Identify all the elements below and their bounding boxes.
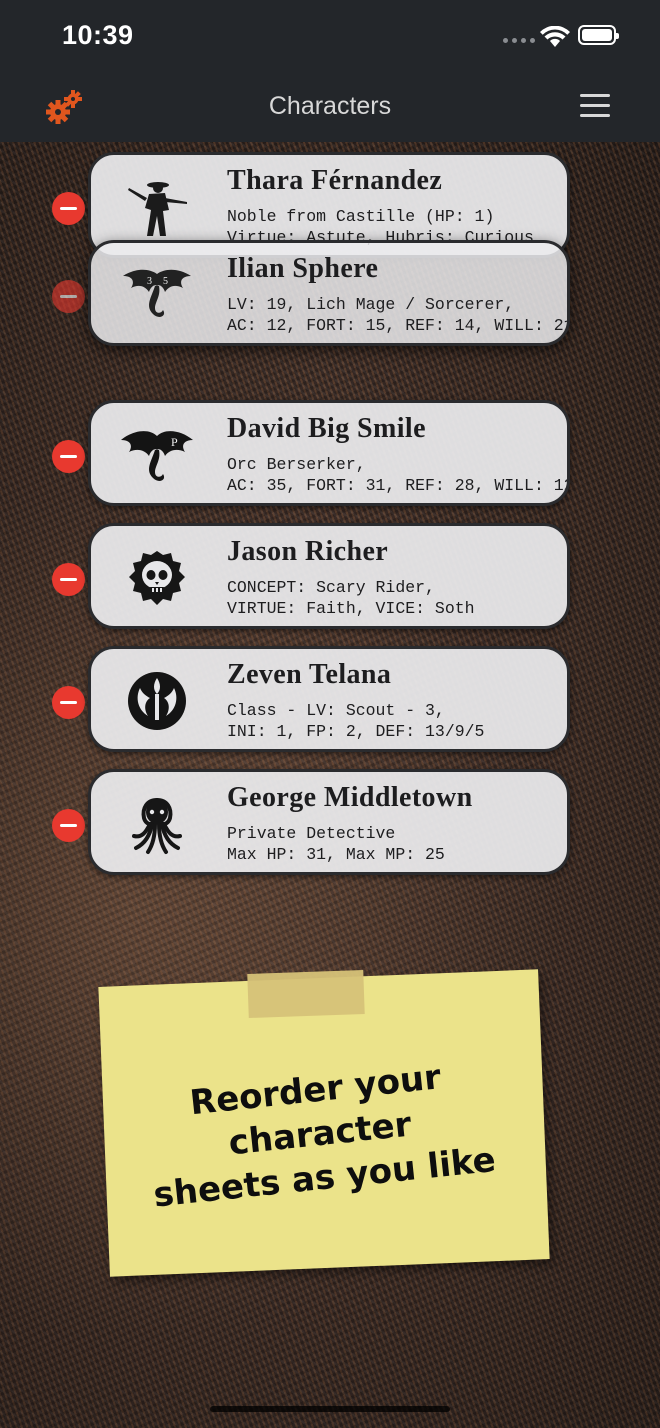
character-card[interactable]: P David Big Smile Orc Berserker, AC: 35,…	[88, 400, 570, 506]
character-detail-line2: AC: 12, FORT: 15, REF: 14, WILL: 21	[227, 316, 570, 335]
rebel-alliance-icon	[119, 665, 195, 737]
character-detail-line1: CONCEPT: Scary Rider,	[227, 578, 435, 597]
character-name: Zeven Telana	[227, 659, 392, 690]
gears-icon[interactable]	[44, 88, 84, 126]
skull-icon	[119, 542, 195, 614]
character-card[interactable]: Jason Richer CONCEPT: Scary Rider, VIRTU…	[88, 523, 570, 629]
character-card-dragging[interactable]: 35 Ilian Sphere LV: 19, Lich Mage / Sorc…	[88, 240, 570, 346]
status-bar: 10:39	[0, 0, 660, 70]
svg-text:P: P	[171, 435, 178, 449]
wifi-icon	[540, 26, 570, 47]
character-detail-line1: Orc Berserker,	[227, 455, 366, 474]
tape	[247, 969, 365, 1019]
svg-text:3: 3	[147, 276, 152, 287]
dragon-35-icon: 35	[119, 259, 195, 331]
home-indicator[interactable]	[210, 1406, 450, 1412]
delete-character-button[interactable]	[52, 563, 85, 596]
character-detail-line2: VIRTUE: Faith, VICE: Soth	[227, 599, 475, 618]
delete-character-button[interactable]	[52, 686, 85, 719]
status-time: 10:39	[62, 20, 134, 50]
character-detail-line1: Private Detective	[227, 824, 396, 843]
character-detail-line2: AC: 35, FORT: 31, REF: 28, WILL: 12	[227, 476, 570, 495]
battery-icon	[578, 25, 619, 45]
character-card[interactable]: Zeven Telana Class - LV: Scout - 3, INI:…	[88, 646, 570, 752]
character-name: George Middletown	[227, 782, 473, 813]
character-detail-line2: Max HP: 31, Max MP: 25	[227, 845, 445, 864]
navigation-bar: Characters	[0, 70, 660, 142]
character-name: Jason Richer	[227, 536, 389, 567]
cthulhu-icon	[119, 788, 195, 860]
delete-character-button[interactable]	[52, 280, 85, 313]
dragon-p-icon: P	[119, 419, 195, 491]
character-detail-line1: Noble from Castille (HP: 1)	[227, 207, 495, 226]
character-name: David Big Smile	[227, 413, 426, 444]
character-name: Ilian Sphere	[227, 253, 379, 284]
page-title: Characters	[268, 92, 392, 120]
delete-character-button[interactable]	[52, 809, 85, 842]
cellular-signal-icon	[503, 38, 535, 43]
delete-character-button[interactable]	[52, 440, 85, 473]
character-detail-line1: Class - LV: Scout - 3,	[227, 701, 445, 720]
delete-character-button[interactable]	[52, 192, 85, 225]
character-detail-line2: INI: 1, FP: 2, DEF: 13/9/5	[227, 722, 485, 741]
character-detail-line1: LV: 19, Lich Mage / Sorcerer,	[227, 295, 515, 314]
character-name: Thara Férnandez	[227, 165, 443, 196]
character-card[interactable]: George Middletown Private Detective Max …	[88, 769, 570, 875]
swordsman-icon	[119, 171, 195, 243]
hamburger-menu-icon[interactable]	[580, 94, 610, 118]
svg-text:5: 5	[163, 276, 168, 287]
